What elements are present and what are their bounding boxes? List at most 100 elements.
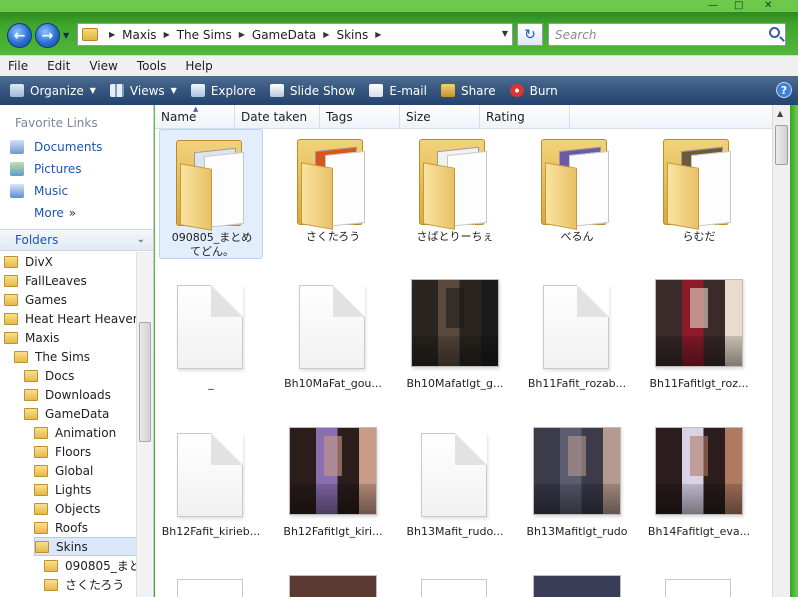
file-item[interactable]: Bh14Fafitlgt_eva... — [647, 427, 751, 547]
chevron-right-icon[interactable]: ▶ — [375, 30, 381, 39]
views-button[interactable]: Views ▼ — [109, 84, 177, 98]
tree-item[interactable]: さくたろう — [44, 575, 124, 594]
column-name[interactable]: Name ▲ — [155, 105, 235, 129]
image-thumbnail[interactable] — [533, 575, 621, 597]
file-item[interactable]: Bh11Fafitlgt_roz... — [647, 279, 751, 399]
minimize-button[interactable]: — — [708, 0, 718, 11]
favorite-documents[interactable]: Documents — [10, 138, 102, 156]
forward-button[interactable]: → — [35, 23, 60, 48]
folder-tree-scrollbar[interactable] — [136, 252, 153, 597]
column-label: Name — [161, 110, 197, 124]
tree-item-label: Lights — [55, 482, 92, 497]
chevron-right-icon[interactable]: ▶ — [323, 30, 329, 39]
file-item[interactable]: Bh11Fafit_rozab... — [525, 279, 629, 399]
folder-icon — [34, 502, 48, 515]
folder-icon — [34, 464, 48, 477]
search-input[interactable]: Search — [548, 23, 786, 46]
back-button[interactable]: ← — [7, 23, 32, 48]
folders-header[interactable]: Folders ⌄ — [0, 229, 153, 251]
maximize-button[interactable]: □ — [734, 0, 743, 11]
chevron-right-icon[interactable]: ▶ — [239, 30, 245, 39]
tree-item[interactable]: Roofs — [34, 518, 88, 537]
folder-icon — [44, 559, 58, 572]
tree-item[interactable]: FallLeaves — [4, 271, 87, 290]
file-item[interactable]: Bh10Mafatlgt_g... — [403, 279, 507, 399]
menu-help[interactable]: Help — [185, 59, 212, 73]
column-rating[interactable]: Rating — [480, 105, 570, 129]
breadcrumb[interactable]: ▶ Maxis ▶ The Sims ▶ GameData ▶ Skins ▶ … — [77, 23, 513, 46]
tree-item[interactable]: DivX — [4, 252, 53, 271]
help-icon[interactable]: ? — [776, 82, 792, 98]
tree-item[interactable]: Global — [34, 461, 93, 480]
folder-item[interactable]: さばとりーちぇ — [403, 129, 507, 259]
tree-item[interactable]: Objects — [34, 499, 100, 518]
image-thumbnail[interactable] — [289, 575, 377, 597]
file-item[interactable]: _ — [159, 279, 263, 399]
menu-file[interactable]: File — [8, 59, 28, 73]
breadcrumb-item-maxis[interactable]: Maxis — [122, 28, 156, 42]
tree-item[interactable]: Lights — [34, 480, 91, 499]
tree-item[interactable]: Games — [4, 290, 67, 309]
folder-item[interactable]: さくたろう — [281, 129, 385, 259]
column-size[interactable]: Size — [400, 105, 480, 129]
menu-tools[interactable]: Tools — [137, 59, 167, 73]
blank-file-icon — [421, 433, 487, 517]
tree-item[interactable]: 090805_まとめ — [44, 556, 136, 575]
file-item[interactable]: Bh13Mafitlgt_rudo — [525, 427, 629, 547]
tree-item[interactable]: GameData — [24, 404, 109, 423]
breadcrumb-item-gamedata[interactable]: GameData — [252, 28, 316, 42]
chevron-down-icon[interactable]: ▼ — [502, 29, 508, 38]
column-date-taken[interactable]: Date taken — [235, 105, 320, 129]
favorites-more[interactable]: More » — [34, 204, 76, 222]
chevron-right-icon[interactable]: ▶ — [109, 30, 115, 39]
tree-item[interactable]: Docs — [24, 366, 74, 385]
tree-item[interactable]: The Sims — [14, 347, 90, 366]
tree-item[interactable]: Maxis — [4, 328, 59, 347]
explore-button[interactable]: Explore — [190, 84, 256, 98]
breadcrumb-item-skins[interactable]: Skins — [336, 28, 368, 42]
email-button[interactable]: E-mail — [369, 84, 427, 98]
tree-item[interactable]: Downloads — [24, 385, 111, 404]
file-item[interactable]: Bh13Mafit_rudo... — [403, 427, 507, 547]
tree-item[interactable]: Skins — [34, 537, 136, 556]
menu-view[interactable]: View — [89, 59, 117, 73]
share-button[interactable]: Share — [440, 84, 496, 98]
folder-icon — [4, 274, 18, 287]
tree-item-label: GameData — [45, 406, 110, 421]
tree-item[interactable]: Floors — [34, 442, 91, 461]
search-icon[interactable] — [769, 27, 780, 38]
close-button[interactable]: ✕ — [764, 0, 772, 11]
folder-icon — [44, 578, 58, 591]
chevron-right-icon[interactable]: ▶ — [164, 30, 170, 39]
scrollbar-thumb[interactable] — [775, 125, 788, 165]
menu-edit[interactable]: Edit — [47, 59, 70, 73]
file-list-scrollbar[interactable]: ▲ — [772, 105, 790, 597]
breadcrumb-item-the-sims[interactable]: The Sims — [177, 28, 232, 42]
blank-file-icon[interactable] — [421, 579, 487, 597]
organize-button[interactable]: Organize ▼ — [10, 84, 96, 98]
blank-file-icon[interactable] — [665, 579, 731, 597]
tree-item-label: DivX — [25, 254, 53, 269]
burn-button[interactable]: Burn — [509, 84, 558, 98]
folder-icon — [34, 445, 48, 458]
folder-item[interactable]: 090805_まとめてどん。 — [159, 129, 263, 259]
tree-item[interactable]: Animation — [34, 423, 116, 442]
folder-item[interactable]: べるん — [525, 129, 629, 259]
slideshow-button[interactable]: Slide Show — [269, 84, 355, 98]
file-item[interactable]: Bh10MaFat_gou... — [281, 279, 385, 399]
tree-item-label: FallLeaves — [25, 273, 87, 288]
favorite-music[interactable]: Music — [10, 182, 68, 200]
tree-item-label: Docs — [45, 368, 75, 383]
blank-file-icon — [177, 433, 243, 517]
column-tags[interactable]: Tags — [320, 105, 400, 129]
favorite-pictures[interactable]: Pictures — [10, 160, 82, 178]
file-item[interactable]: Bh12Fafit_kirieb... — [159, 427, 263, 547]
folder-item[interactable]: らむだ — [647, 129, 751, 259]
tree-item[interactable]: Heat Heart Heavenly — [4, 309, 136, 328]
file-item[interactable]: Bh12Fafitlgt_kiri... — [281, 427, 385, 547]
chevron-up-icon[interactable]: ▲ — [777, 109, 783, 118]
blank-file-icon[interactable] — [177, 579, 243, 597]
refresh-button[interactable]: ↻ — [517, 23, 543, 46]
recent-pages-dropdown[interactable]: ▼ — [63, 31, 69, 40]
scrollbar-thumb[interactable] — [139, 322, 151, 442]
